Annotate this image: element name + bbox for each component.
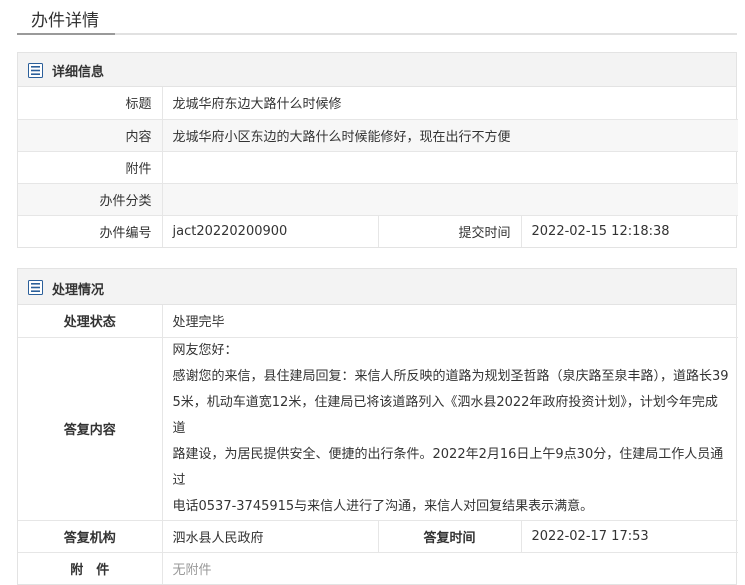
reply-line: 5米，机动车道宽12米，住建局已将该道路列入《泗水县2022年政府投资计划》，计… — [172, 394, 718, 436]
table-row: 附 件 无附件 — [18, 551, 739, 584]
reply-time-value: 2022-02-17 17:53 — [520, 519, 739, 552]
reply-line: 网友您好： — [172, 342, 238, 358]
number-value: jact20220200900 — [161, 214, 378, 247]
status-value: 处理完毕 — [161, 305, 739, 337]
table-row: 内容 龙城华府小区东边的大路什么时候能修好，现在出行不方便 — [18, 118, 739, 151]
page-title-underline — [17, 33, 115, 35]
handling-attachment-value: 无附件 — [161, 551, 739, 584]
detail-panel: 详细信息 标题 龙城华府东边大路什么时候修 内容 龙城华府小区东边的大路什么时候… — [17, 52, 739, 248]
org-label: 答复机构 — [18, 519, 162, 552]
document-list-icon — [28, 280, 43, 295]
table-row: 答复内容 网友您好： 感谢您的来信，县住建局回复：来信人所反映的道路为规划圣哲路… — [18, 336, 739, 520]
table-row: 答复机构 泗水县人民政府 答复时间 2022-02-17 17:53 — [18, 519, 739, 552]
detail-section-title: 详细信息 — [52, 65, 105, 80]
handling-table: 处理状态 处理完毕 答复内容 网友您好： 感谢您的来信，县住建局回复：来信人所反… — [18, 305, 739, 584]
content-value: 龙城华府小区东边的大路什么时候能修好，现在出行不方便 — [161, 118, 739, 151]
table-row: 办件分类 — [18, 182, 739, 215]
submit-time-label: 提交时间 — [377, 214, 521, 247]
table-row: 处理状态 处理完毕 — [18, 305, 739, 337]
title-value: 龙城华府东边大路什么时候修 — [161, 87, 739, 119]
reply-line: 电话0537-3745915与来信人进行了沟通，来信人对回复结果表示满意。 — [172, 498, 594, 514]
reply-time-label: 答复时间 — [377, 519, 521, 552]
reply-content: 网友您好： 感谢您的来信，县住建局回复：来信人所反映的道路为规划圣哲路（泉庆路至… — [161, 336, 739, 520]
page-title: 办件详情 — [31, 11, 99, 31]
handling-panel: 处理情况 处理状态 处理完毕 答复内容 网友您好： 感谢您的来信，县住建局回复：… — [17, 268, 739, 585]
handling-section-title: 处理情况 — [52, 283, 105, 298]
handling-attachment-label: 附 件 — [18, 551, 162, 584]
number-label: 办件编号 — [18, 214, 162, 247]
status-label: 处理状态 — [63, 315, 116, 331]
attachment-value — [161, 150, 739, 183]
category-label: 办件分类 — [18, 182, 162, 215]
reply-line: 路建设，为居民提供安全、便捷的出行条件。2022年2月16日上午9点30分，住建… — [172, 446, 724, 488]
submit-time-value: 2022-02-15 12:18:38 — [520, 214, 739, 247]
content-label: 内容 — [18, 118, 162, 151]
document-list-icon — [28, 63, 43, 78]
page-header: 办件详情 — [17, 0, 737, 35]
reply-label: 答复内容 — [18, 336, 162, 520]
handling-panel-header: 处理情况 — [18, 269, 736, 305]
table-row: 标题 龙城华府东边大路什么时候修 — [18, 87, 739, 119]
attachment-label: 附件 — [18, 150, 162, 183]
detail-table: 标题 龙城华府东边大路什么时候修 内容 龙城华府小区东边的大路什么时候能修好，现… — [18, 87, 739, 247]
detail-panel-header: 详细信息 — [18, 53, 736, 87]
reply-line: 感谢您的来信，县住建局回复：来信人所反映的道路为规划圣哲路（泉庆路至泉丰路），道… — [172, 368, 729, 384]
table-row: 附件 — [18, 150, 739, 183]
title-label: 标题 — [125, 97, 152, 113]
category-value — [161, 182, 739, 215]
org-value: 泗水县人民政府 — [161, 519, 378, 552]
table-row: 办件编号 jact20220200900 提交时间 2022-02-15 12:… — [18, 214, 739, 247]
